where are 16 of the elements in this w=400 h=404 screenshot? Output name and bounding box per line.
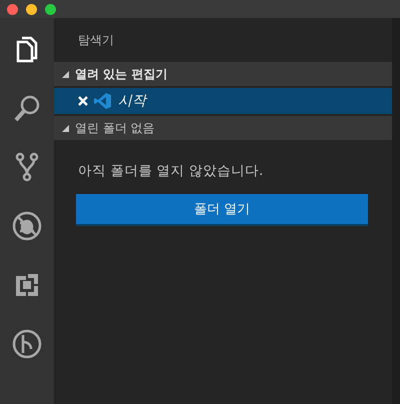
section-title: 열려 있는 편집기 [75, 66, 168, 82]
no-bug-icon [12, 211, 42, 241]
close-window-button[interactable] [7, 4, 18, 14]
search-icon [12, 93, 42, 123]
editor-label: 시작 [118, 92, 146, 110]
open-editor-item[interactable]: 시작 [54, 88, 392, 114]
zoom-window-button[interactable] [45, 4, 56, 14]
sidebar-title: 탐색기 [78, 32, 114, 48]
section-header[interactable]: 열린 폴더 없음 [54, 116, 392, 140]
open-folder-button[interactable]: 폴더 열기 [76, 194, 368, 226]
close-icon[interactable] [78, 96, 88, 106]
section-title: 열린 폴더 없음 [75, 120, 155, 136]
empty-folder-message: 아직 폴더를 열지 않았습니다. [77, 162, 264, 181]
minimize-window-button[interactable] [26, 4, 37, 14]
section-header[interactable]: 열려 있는 편집기 [54, 62, 392, 86]
code-file-icon [94, 93, 112, 109]
